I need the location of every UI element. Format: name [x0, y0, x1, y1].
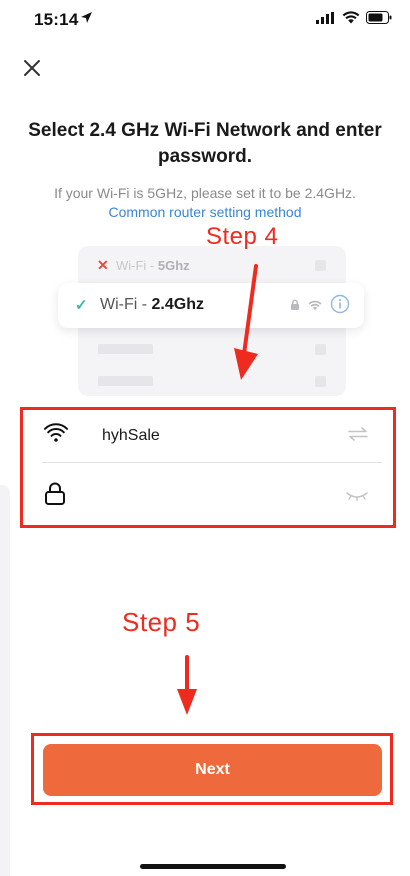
illustration-placeholder [315, 375, 326, 387]
illustration-placeholder-bar [98, 376, 153, 386]
status-bar: 15:14 [0, 0, 410, 40]
illustration-row-5g: ✕ Wi-Fi - 5Ghz [78, 250, 346, 280]
next-button[interactable]: Next [43, 744, 382, 796]
page-title: Select 2.4 GHz Wi-Fi Network and enter p… [28, 120, 382, 167]
side-panel-edge [0, 485, 10, 876]
illustration-24g-card: ✓ Wi-Fi - 2.4Ghz [58, 283, 364, 328]
illustration-placeholder-bar [98, 344, 153, 354]
home-indicator[interactable] [140, 864, 286, 869]
password-field[interactable] [24, 466, 390, 522]
swap-icon[interactable] [348, 427, 368, 446]
page-subtitle: If your Wi-Fi is 5GHz, please set it to … [54, 185, 356, 201]
illustration-row-placeholder [78, 334, 346, 364]
status-indicators [316, 11, 392, 29]
info-icon [330, 294, 350, 319]
password-input[interactable] [102, 480, 342, 508]
close-icon [24, 60, 40, 76]
illustration-placeholder [315, 343, 326, 355]
illustration-24g-label: Wi-Fi - 2.4Ghz [100, 296, 204, 313]
arrow-down-icon [234, 264, 258, 380]
arrow-down-icon [177, 655, 197, 715]
wifi-icon [342, 11, 360, 29]
location-arrow-icon [80, 11, 93, 29]
illustration-5g-label: Wi-Fi - 5Ghz [116, 257, 190, 273]
wifi-icon [308, 298, 322, 316]
status-time: 15:14 [34, 10, 79, 29]
step5-annotation: Step 5 [122, 607, 201, 637]
signal-icon [316, 11, 336, 29]
ssid-value[interactable]: hyhSale [102, 427, 160, 445]
step4-annotation: Step 4 [206, 223, 279, 250]
x-icon: ✕ [97, 256, 109, 273]
illustration-placeholder [315, 259, 326, 271]
close-button[interactable] [18, 54, 46, 82]
lock-icon [290, 298, 300, 316]
illustration-24g-icons [290, 294, 350, 319]
illustration-row-placeholder [78, 366, 346, 396]
eye-closed-icon[interactable] [346, 488, 368, 506]
check-icon: ✓ [75, 297, 88, 314]
ssid-field[interactable]: hyhSale [24, 409, 390, 465]
wifi-icon [44, 423, 68, 448]
router-setting-link[interactable]: Common router setting method [10, 204, 400, 220]
battery-icon [366, 11, 392, 29]
field-divider [42, 462, 382, 463]
lock-icon [44, 482, 66, 511]
